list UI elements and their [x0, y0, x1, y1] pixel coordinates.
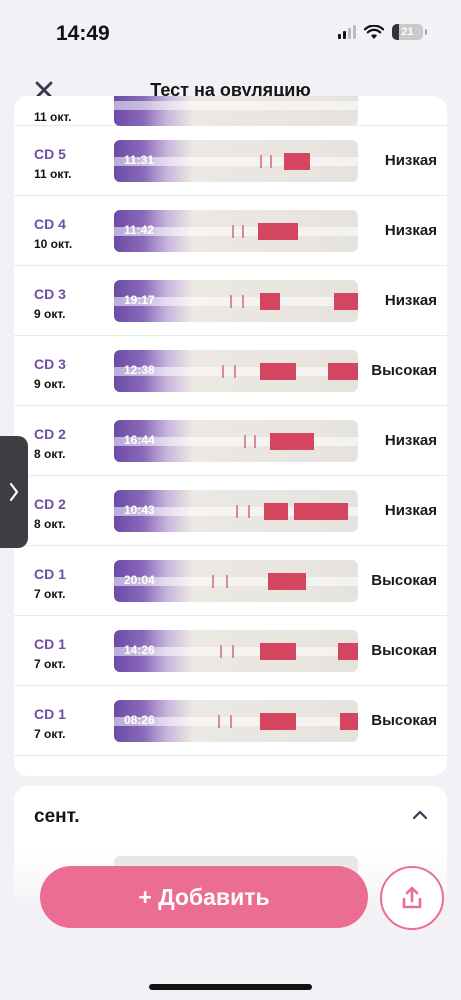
test-strip-image: 19:17: [114, 280, 358, 322]
share-button[interactable]: [380, 866, 444, 930]
test-date: 11 окт.: [34, 167, 72, 181]
test-time: 11:31: [124, 153, 155, 167]
side-drawer-handle[interactable]: [0, 436, 28, 548]
test-time: 10:43: [124, 503, 155, 517]
test-row[interactable]: CD 3 9 окт. 12:38 Высокая: [14, 336, 447, 406]
lh-level: Высокая: [371, 572, 437, 589]
test-strip-image: 10:43: [114, 490, 358, 532]
test-time: 20:04: [124, 573, 155, 587]
lh-level: Низкая: [384, 292, 437, 309]
cycle-day: CD 1: [34, 706, 66, 722]
test-time: 14:26: [124, 643, 155, 657]
test-date: 8 окт.: [34, 447, 66, 461]
test-row[interactable]: CD 4 10 окт. 11:42 Низкая: [14, 196, 447, 266]
cycle-day: CD 1: [34, 566, 66, 582]
test-row[interactable]: CD 5 11 окт. 11:31 Низкая: [14, 126, 447, 196]
test-row[interactable]: CD 1 7 окт. 20:04 Высокая: [14, 546, 447, 616]
test-date: 7 окт.: [34, 727, 66, 741]
cycle-day: CD 5: [34, 146, 66, 162]
test-time: 12:38: [124, 363, 155, 377]
test-strip-image: [114, 96, 358, 126]
test-strip-image: 11:31: [114, 140, 358, 182]
lh-level: Высокая: [371, 362, 437, 379]
test-strip-image: 20:04: [114, 560, 358, 602]
test-date: 11 окт.: [34, 110, 72, 124]
test-row[interactable]: CD 2 8 окт. 16:44 Низкая: [14, 406, 447, 476]
test-date: 10 окт.: [34, 237, 73, 251]
test-time: 19:17: [124, 293, 155, 307]
test-strip-image: 11:42: [114, 210, 358, 252]
add-button[interactable]: + Добавить: [40, 866, 368, 928]
tests-list-october: 11 окт. CD 5 11 окт. 11:31 Низкая CD 4 1…: [14, 96, 447, 776]
cycle-day: CD 2: [34, 426, 66, 442]
cycle-day: CD 1: [34, 636, 66, 652]
lh-level: Низкая: [384, 432, 437, 449]
section-title: сент.: [34, 806, 80, 827]
test-strip-image: 16:44: [114, 420, 358, 462]
test-date: 9 окт.: [34, 377, 66, 391]
test-row[interactable]: CD 3 9 окт. 19:17 Низкая: [14, 266, 447, 336]
lh-level: Низкая: [384, 152, 437, 169]
status-bar: 14:49 21: [0, 0, 461, 70]
lh-level: Низкая: [384, 222, 437, 239]
home-indicator: [149, 984, 312, 990]
test-row[interactable]: CD 1 7 окт. 08:26 Высокая: [14, 686, 447, 756]
lh-level: Низкая: [384, 502, 437, 519]
test-time: 11:42: [124, 223, 155, 237]
cycle-day: CD 3: [34, 356, 66, 372]
test-time: 08:26: [124, 713, 155, 727]
wifi-icon: [364, 24, 384, 39]
lh-level: Высокая: [371, 712, 437, 729]
test-row[interactable]: 11 окт.: [14, 96, 447, 126]
share-icon: [402, 886, 422, 909]
signal-icon: [338, 25, 356, 39]
test-strip-image: 08:26: [114, 700, 358, 742]
test-date: 7 окт.: [34, 657, 66, 671]
test-date: 7 окт.: [34, 587, 66, 601]
test-time: 16:44: [124, 433, 155, 447]
cycle-day: CD 2: [34, 496, 66, 512]
chevron-right-icon: [9, 482, 19, 502]
cycle-day: CD 4: [34, 216, 66, 232]
test-date: 8 окт.: [34, 517, 66, 531]
test-row[interactable]: CD 2 8 окт. 10:43 Низкая: [14, 476, 447, 546]
test-strip-image: 14:26: [114, 630, 358, 672]
chevron-up-icon[interactable]: [411, 806, 429, 824]
test-strip-image: 12:38: [114, 350, 358, 392]
test-date: 9 окт.: [34, 307, 66, 321]
battery-icon: 21: [392, 24, 427, 40]
test-row[interactable]: CD 1 7 окт. 14:26 Высокая: [14, 616, 447, 686]
lh-level: Высокая: [371, 642, 437, 659]
cycle-day: CD 3: [34, 286, 66, 302]
battery-level: 21: [401, 26, 414, 38]
status-icons: 21: [338, 24, 427, 40]
status-time: 14:49: [56, 22, 110, 45]
